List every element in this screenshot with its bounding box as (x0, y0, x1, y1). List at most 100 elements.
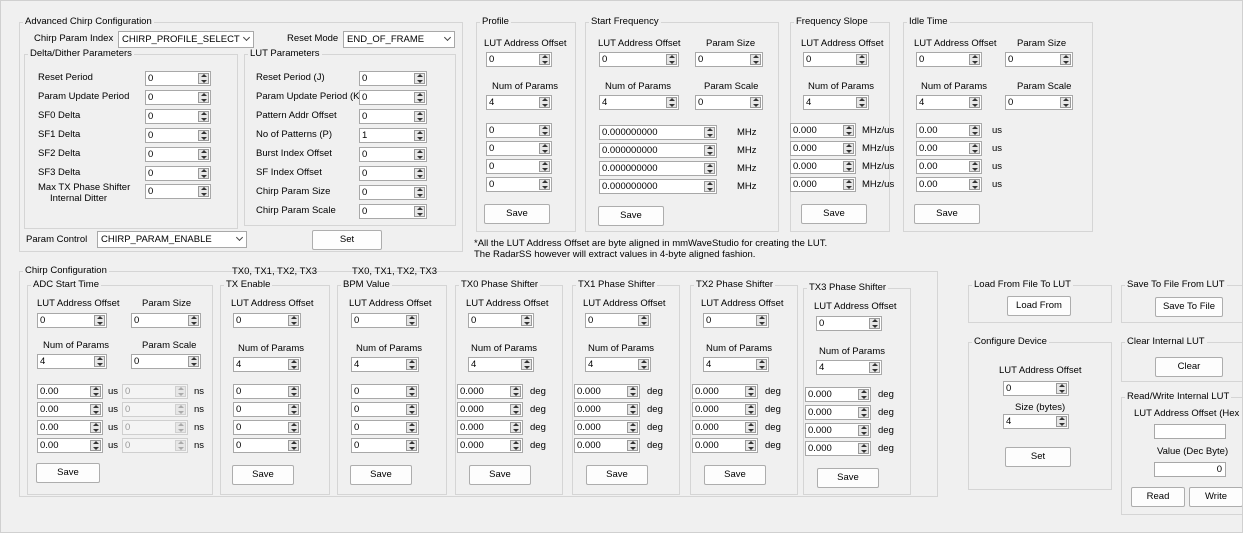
spinner-icon[interactable] (666, 54, 677, 65)
tx-phase-value-input[interactable]: 0.000 (574, 402, 640, 417)
tx-phase-value-input[interactable]: 0.000 (574, 438, 640, 453)
tx-phase-offset-input[interactable]: 0 (585, 313, 651, 328)
tx-phase-value-input[interactable]: 0.000 (457, 402, 523, 417)
write-button[interactable]: Write (1189, 487, 1243, 507)
spinner-icon[interactable] (750, 54, 761, 65)
spinner-icon[interactable] (843, 161, 854, 172)
it-value-input[interactable]: 0.00 (916, 141, 982, 156)
spinner-icon[interactable] (704, 145, 715, 156)
spinner-icon[interactable] (198, 130, 209, 141)
spinner-icon[interactable] (94, 315, 105, 326)
tx-phase-value-input[interactable]: 0.000 (805, 441, 871, 456)
profile-num-input[interactable]: 4 (486, 95, 552, 110)
txe-offset-input[interactable]: 0 (233, 313, 301, 328)
delta-input[interactable]: 0 (145, 166, 211, 181)
tx-phase-save-button[interactable]: Save (586, 465, 648, 485)
spinner-icon[interactable] (414, 92, 425, 103)
spinner-icon[interactable] (288, 386, 299, 397)
spinner-icon[interactable] (627, 440, 638, 451)
spinner-icon[interactable] (843, 179, 854, 190)
tx-phase-value-input[interactable]: 0.000 (805, 387, 871, 402)
spinner-icon[interactable] (188, 356, 199, 367)
spinner-icon[interactable] (90, 422, 101, 433)
cfg-size-input[interactable]: 4 (1003, 414, 1069, 429)
adc-sub-input[interactable]: 0 (122, 438, 188, 453)
txe-value-input[interactable]: 0 (233, 420, 301, 435)
spinner-icon[interactable] (198, 168, 209, 179)
spinner-icon[interactable] (414, 111, 425, 122)
tx-phase-value-input[interactable]: 0.000 (805, 423, 871, 438)
adc-value-input[interactable]: 0.00 (37, 420, 103, 435)
spinner-icon[interactable] (539, 97, 550, 108)
adc-sub-input[interactable]: 0 (122, 384, 188, 399)
spinner-icon[interactable] (704, 181, 715, 192)
spinner-icon[interactable] (288, 440, 299, 451)
sf-num-input[interactable]: 4 (599, 95, 679, 110)
bpm-value-input[interactable]: 0 (351, 402, 419, 417)
sf-value-input[interactable]: 0.000000000 (599, 143, 717, 158)
it-offset-input[interactable]: 0 (916, 52, 982, 67)
reset-mode-dropdown[interactable]: END_OF_FRAME (343, 31, 455, 48)
spinner-icon[interactable] (869, 318, 880, 329)
spinner-icon[interactable] (406, 315, 417, 326)
tx-phase-value-input[interactable]: 0.000 (574, 420, 640, 435)
sf-scale-input[interactable]: 0 (695, 95, 763, 110)
spinner-icon[interactable] (969, 97, 980, 108)
spinner-icon[interactable] (858, 443, 869, 454)
spinner-icon[interactable] (858, 389, 869, 400)
it-value-input[interactable]: 0.00 (916, 159, 982, 174)
spinner-icon[interactable] (510, 404, 521, 415)
max-tx-phase-dither-input[interactable]: 0 (145, 184, 211, 199)
sf-value-input[interactable]: 0.000000000 (599, 179, 717, 194)
save-to-file-button[interactable]: Save To File (1155, 297, 1223, 317)
tx-phase-value-input[interactable]: 0.000 (692, 420, 758, 435)
rw-value-input[interactable]: 0 (1154, 462, 1226, 477)
spinner-icon[interactable] (858, 425, 869, 436)
sf-value-input[interactable]: 0.000000000 (599, 161, 717, 176)
delta-input[interactable]: 0 (145, 147, 211, 162)
spinner-icon[interactable] (843, 125, 854, 136)
rw-offset-input[interactable] (1154, 424, 1226, 439)
tx-phase-value-input[interactable]: 0.000 (457, 438, 523, 453)
adc-value-input[interactable]: 0.00 (37, 438, 103, 453)
tx-phase-value-input[interactable]: 0.000 (692, 438, 758, 453)
spinner-icon[interactable] (756, 315, 767, 326)
tx-phase-offset-input[interactable]: 0 (816, 316, 882, 331)
adc-value-input[interactable]: 0.00 (37, 402, 103, 417)
spinner-icon[interactable] (969, 161, 980, 172)
fs-offset-input[interactable]: 0 (803, 52, 869, 67)
spinner-icon[interactable] (745, 422, 756, 433)
spinner-icon[interactable] (188, 315, 199, 326)
tx-phase-value-input[interactable]: 0.000 (692, 402, 758, 417)
fs-value-input[interactable]: 0.000 (790, 177, 856, 192)
spinner-icon[interactable] (756, 359, 767, 370)
bpm-value-input[interactable]: 0 (351, 420, 419, 435)
load-from-button[interactable]: Load From (1007, 296, 1071, 316)
fs-num-input[interactable]: 4 (803, 95, 869, 110)
lut-param-input[interactable]: 0 (359, 71, 427, 86)
clear-button[interactable]: Clear (1155, 357, 1223, 377)
lut-param-input[interactable]: 0 (359, 204, 427, 219)
spinner-icon[interactable] (969, 179, 980, 190)
spinner-icon[interactable] (175, 422, 186, 433)
spinner-icon[interactable] (175, 386, 186, 397)
spinner-icon[interactable] (414, 187, 425, 198)
spinner-icon[interactable] (627, 422, 638, 433)
spinner-icon[interactable] (750, 97, 761, 108)
profile-value-input[interactable]: 0 (486, 141, 552, 156)
spinner-icon[interactable] (90, 440, 101, 451)
tx-phase-value-input[interactable]: 0.000 (805, 405, 871, 420)
profile-value-input[interactable]: 0 (486, 177, 552, 192)
tx-phase-offset-input[interactable]: 0 (468, 313, 534, 328)
it-scale-input[interactable]: 0 (1005, 95, 1073, 110)
spinner-icon[interactable] (521, 359, 532, 370)
spinner-icon[interactable] (1056, 383, 1067, 394)
delta-input[interactable]: 0 (145, 109, 211, 124)
spinner-icon[interactable] (406, 422, 417, 433)
tx-phase-value-input[interactable]: 0.000 (574, 384, 640, 399)
spinner-icon[interactable] (539, 161, 550, 172)
param-control-dropdown[interactable]: CHIRP_PARAM_ENABLE (97, 231, 247, 248)
it-size-input[interactable]: 0 (1005, 52, 1073, 67)
cfg-offset-input[interactable]: 0 (1003, 381, 1069, 396)
spinner-icon[interactable] (414, 130, 425, 141)
